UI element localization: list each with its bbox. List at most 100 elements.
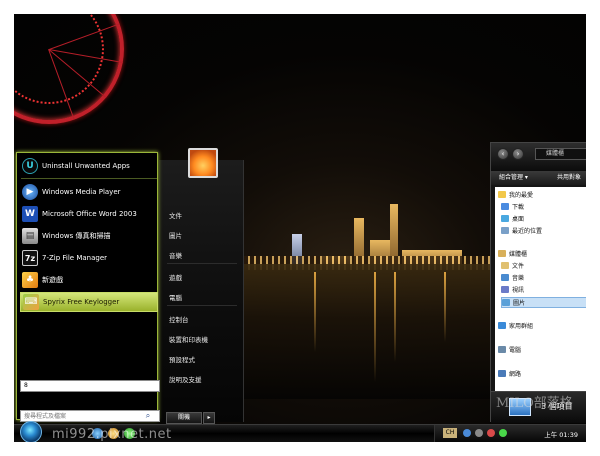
program-fax-scan[interactable]: ▤ Windows 傳真和掃描 (20, 226, 158, 246)
nav-label: 媒體櫃 (509, 251, 528, 258)
share-with-button[interactable]: 共用對象 (557, 171, 581, 185)
new-games-icon: ♣ (22, 272, 38, 288)
right-item-help-support[interactable]: 說明及支援 (169, 374, 202, 384)
run-input[interactable]: 8 (20, 380, 160, 392)
nav-label: 下載 (512, 204, 525, 211)
light-reflection (314, 272, 316, 352)
right-item-pictures[interactable]: 圖片 (169, 230, 182, 240)
tray-icon[interactable] (499, 429, 507, 437)
separator (21, 178, 157, 179)
language-indicator[interactable]: CH (443, 428, 457, 438)
separator (167, 305, 237, 306)
light-reflection (394, 272, 396, 362)
program-media-player[interactable]: ▶ Windows Media Player (20, 182, 158, 202)
taskbar: mi992.pixnet.net CH 上午 01:39 (14, 421, 586, 442)
nav-computer[interactable]: 電腦 (498, 345, 521, 354)
run-input-value: 8 (24, 382, 28, 389)
tray-icon[interactable] (463, 429, 471, 437)
nav-videos[interactable]: 視訊 (501, 285, 524, 294)
light-reflection (444, 272, 446, 342)
shutdown-button[interactable]: 關機 (166, 412, 202, 424)
program-spyrix-keylogger[interactable]: ⌨ Spyrix Free Keylogger (20, 292, 158, 312)
nav-music[interactable]: 音樂 (501, 273, 524, 282)
light-reflection (374, 272, 376, 382)
nav-network[interactable]: 網路 (498, 369, 521, 378)
start-search-box[interactable]: ⌕ (20, 410, 160, 422)
system-tray: CH 上午 01:39 (434, 425, 586, 442)
user-avatar[interactable] (188, 148, 218, 178)
nav-label: 最近的位置 (512, 228, 543, 235)
address-bar[interactable]: 媒體櫃 (535, 148, 586, 160)
start-menu-program-list: U Uninstall Unwanted Apps ▶ Windows Medi… (16, 152, 160, 422)
program-label: Spyrix Free Keylogger (43, 298, 120, 306)
nav-downloads[interactable]: 下載 (501, 202, 524, 211)
videos-icon (501, 286, 509, 293)
nav-label: 網路 (509, 371, 522, 378)
program-uninstall-apps[interactable]: U Uninstall Unwanted Apps (20, 156, 158, 176)
river-reflection (242, 264, 504, 399)
program-word-2003[interactable]: W Microsoft Office Word 2003 (20, 204, 158, 224)
nav-label: 我的最愛 (509, 192, 534, 199)
right-item-default-programs[interactable]: 預設程式 (169, 354, 195, 364)
fax-scan-icon: ▤ (22, 228, 38, 244)
right-item-documents[interactable]: 文件 (169, 210, 182, 220)
nav-label: 文件 (512, 263, 525, 270)
7zip-icon: 7z (22, 250, 38, 266)
media-player-icon: ▶ (22, 184, 38, 200)
right-item-devices-printers[interactable]: 裝置和印表機 (169, 334, 208, 344)
program-label: Windows 傳真和掃描 (42, 232, 111, 240)
program-label: Uninstall Unwanted Apps (42, 162, 130, 170)
nav-recent-places[interactable]: 最近的位置 (501, 226, 542, 235)
nav-desktop[interactable]: 桌面 (501, 214, 524, 223)
search-input[interactable] (21, 411, 141, 421)
program-label: 新遊戲 (42, 276, 63, 284)
program-7zip[interactable]: 7z 7-Zip File Manager (20, 248, 158, 268)
program-new-games[interactable]: ♣ 新遊戲 (20, 270, 158, 290)
blog-watermark: mi992.pixnet.net (52, 427, 172, 442)
right-item-music[interactable]: 音樂 (169, 250, 182, 260)
nav-pictures[interactable]: 圖片 (501, 297, 586, 308)
tray-icon[interactable] (487, 429, 495, 437)
desktop-icon (501, 215, 509, 222)
navigation-pane: 我的最愛 下載 桌面 最近的位置 媒體櫃 文件 音樂 視訊 圖片 家用群組 電腦… (495, 187, 586, 397)
star-icon (498, 191, 506, 198)
keylogger-icon: ⌨ (23, 294, 39, 310)
program-label: 7-Zip File Manager (42, 254, 108, 262)
tray-icon[interactable] (475, 429, 483, 437)
recent-places-icon (501, 227, 509, 234)
libraries-icon (498, 250, 506, 257)
right-item-control-panel[interactable]: 控制台 (169, 314, 189, 324)
nav-label: 音樂 (512, 275, 525, 282)
organize-button[interactable]: 組合管理 ▾ (499, 171, 528, 185)
network-icon (498, 370, 506, 377)
nav-favorites[interactable]: 我的最愛 (498, 190, 533, 199)
forward-button[interactable]: › (512, 148, 524, 160)
back-button[interactable]: ‹ (497, 148, 509, 160)
milo-watermark: MILO部落格 (496, 396, 573, 411)
nav-homegroup[interactable]: 家用群組 (498, 321, 533, 330)
shutdown-options-arrow[interactable]: ▸ (203, 412, 215, 424)
start-menu-right-pane: 文件 圖片 音樂 遊戲 電腦 控制台 裝置和印表機 預設程式 說明及支援 (159, 160, 244, 422)
computer-icon (498, 346, 506, 353)
downloads-icon (501, 203, 509, 210)
nav-libraries[interactable]: 媒體櫃 (498, 249, 527, 258)
documents-icon (501, 262, 509, 269)
uninstall-icon: U (22, 158, 38, 174)
program-label: Windows Media Player (42, 188, 121, 196)
program-label: Microsoft Office Word 2003 (42, 210, 137, 218)
homegroup-icon (498, 322, 506, 329)
start-orb-button[interactable] (20, 421, 42, 442)
nav-label: 電腦 (509, 347, 522, 354)
search-icon[interactable]: ⌕ (141, 411, 155, 421)
right-item-games[interactable]: 遊戲 (169, 272, 182, 282)
pictures-icon (502, 299, 510, 306)
explorer-window: ‹ › 媒體櫃 組合管理 ▾ 共用對象 我的最愛 下載 桌面 最近的位置 媒體櫃… (490, 142, 586, 423)
right-item-computer[interactable]: 電腦 (169, 292, 182, 302)
explorer-toolbar: 組合管理 ▾ 共用對象 (491, 171, 586, 185)
nav-documents[interactable]: 文件 (501, 261, 524, 270)
separator (167, 263, 237, 264)
nav-label: 圖片 (513, 300, 526, 307)
word-icon: W (22, 206, 38, 222)
clock[interactable]: 上午 01:39 (544, 429, 578, 439)
start-menu: 文件 圖片 音樂 遊戲 電腦 控制台 裝置和印表機 預設程式 說明及支援 U U… (14, 148, 246, 426)
